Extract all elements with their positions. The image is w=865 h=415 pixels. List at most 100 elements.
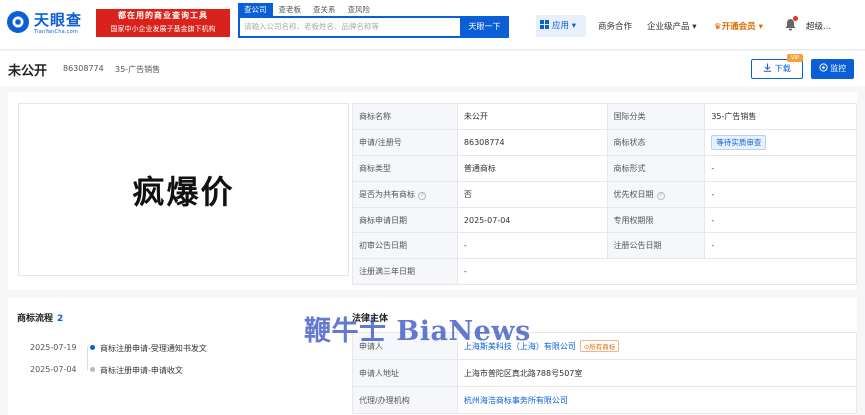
tab-company[interactable]: 查公司: [238, 3, 273, 16]
logo-subtitle: TianYanCha.com: [34, 29, 78, 35]
value-agency-cell: 杭州海浩商标事务所有限公司: [456, 386, 858, 414]
table-row: 商标名称 未公开 国际分类 35-广告销售: [352, 103, 857, 130]
banner-line1: 都在用的商业查询工具: [118, 11, 208, 20]
logo-name: 天眼查: [34, 11, 83, 29]
label-shared: 是否为共有商标: [359, 189, 415, 199]
trademark-info-card: 疯爆价 商标名称 未公开 国际分类 35-广告销售 申请/注册号 8630877…: [8, 92, 858, 290]
value-class: 35-广告销售: [704, 103, 857, 130]
nav-user[interactable]: 超级...: [806, 20, 831, 32]
table-row: 初审公告日期 - 注册公告日期 -: [352, 232, 857, 260]
flow-date: 2025-07-04: [30, 365, 77, 374]
label-form: 商标形式: [606, 154, 706, 182]
flow-text: 商标注册申请-受理通知书发文: [100, 344, 207, 353]
label-priority: 优先权日期: [613, 189, 654, 199]
timeline-dot: [90, 345, 95, 350]
label-priority-cell: 优先权日期?: [606, 180, 706, 208]
apps-grid-icon: [540, 20, 549, 29]
value-exclusive-term: -: [704, 206, 857, 234]
table-row: 商标申请日期 2025-07-04 专用权期限 -: [352, 206, 857, 234]
timeline-dot: [90, 367, 95, 372]
label-three-year: 注册满三年日期: [352, 258, 458, 286]
search-input[interactable]: 请输入公司名称、老板姓名、品牌名称等: [238, 16, 460, 38]
monitor-icon: [819, 63, 828, 72]
banner-line2: 国家中小企业发展子基金旗下机构: [110, 25, 216, 33]
title-bar: 未公开 86308774 35-广告销售 下载 VIP 监控: [0, 51, 865, 86]
table-row: 是否为共有商标? 否 优先权日期? -: [352, 180, 857, 208]
nav-business[interactable]: 商务合作: [598, 20, 632, 32]
watermark: 鞭牛士 BiaNews: [304, 316, 531, 347]
value-prelim-date: -: [456, 232, 608, 260]
chevron-down-icon: ▾: [758, 22, 763, 32]
apps-label: 应用: [552, 21, 570, 31]
flow-date: 2025-07-19: [30, 343, 77, 352]
logo-eye-icon: [7, 11, 29, 33]
value-name: 未公开: [456, 103, 608, 130]
nav-vip-label: 开通会员: [721, 22, 756, 32]
flow-section-title: 商标流程 2: [17, 311, 63, 324]
flow-count: 2: [57, 314, 64, 324]
notification-dot: [793, 16, 798, 21]
value-reg-date: -: [704, 232, 857, 260]
top-bar: 天眼查 TianYanCha.com 都在用的商业查询工具 国家中小企业发展子基…: [0, 0, 865, 50]
chevron-down-icon: ▾: [692, 22, 697, 32]
logo[interactable]: 天眼查 TianYanCha.com: [6, 8, 94, 40]
status-badge: 等待实质审查: [711, 134, 767, 150]
trademark-image[interactable]: 疯爆价: [18, 103, 349, 276]
download-icon: [764, 63, 772, 72]
nav-enterprise-label: 企业级产品: [647, 22, 690, 32]
flow-title: 商标流程: [17, 314, 54, 324]
vip-badge: VIP: [787, 54, 803, 62]
help-icon[interactable]: ?: [418, 191, 426, 200]
label-reg-number: 申请/注册号: [352, 128, 458, 156]
nav-enterprise[interactable]: 企业级产品 ▾: [647, 20, 697, 32]
table-row: 申请人地址 上海市普陀区真北路788号507室: [352, 359, 858, 387]
page-title: 未公开: [8, 64, 48, 79]
tab-risk[interactable]: 查风险: [342, 3, 377, 16]
trademark-info-table: 商标名称 未公开 国际分类 35-广告销售 申请/注册号 86308774 商标…: [352, 103, 858, 286]
table-row: 注册满三年日期 -: [352, 258, 858, 286]
label-status: 商标状态: [606, 128, 706, 156]
label-agency: 代理/办理机构: [352, 386, 458, 414]
value-type: 普通商标: [456, 154, 608, 182]
label-address: 申请人地址: [352, 359, 458, 387]
value-form: -: [704, 154, 857, 182]
label-reg-date: 注册公告日期: [606, 232, 706, 260]
all-trademarks-tag[interactable]: ⊙所有商标: [579, 340, 620, 352]
promo-banner[interactable]: 都在用的商业查询工具 国家中小企业发展子基金旗下机构: [96, 9, 230, 37]
value-priority: -: [704, 180, 857, 208]
tab-boss[interactable]: 查老板: [273, 3, 308, 16]
search-tabs: 查公司 查老板 查关系 查风险: [238, 3, 376, 16]
label-prelim-date: 初审公告日期: [352, 232, 458, 260]
value-shared: 否: [456, 180, 608, 208]
value-three-year: -: [456, 258, 858, 286]
registration-number: 86308774: [63, 64, 104, 73]
list-item: 2025-07-04 商标注册申请-申请收文: [30, 365, 330, 377]
help-icon[interactable]: ?: [656, 191, 665, 200]
agency-link[interactable]: 杭州海浩商标事务所有限公司: [464, 396, 568, 405]
value-reg-number: 86308774: [456, 128, 608, 156]
table-row: 商标类型 普通商标 商标形式 -: [352, 154, 857, 182]
trademark-image-text: 疯爆价: [132, 172, 235, 211]
label-apply-date: 商标申请日期: [352, 206, 458, 234]
value-apply-date: 2025-07-04: [456, 206, 608, 234]
owner-tag-label: 所有商标: [589, 343, 616, 351]
value-status-cell: 等待实质审查: [704, 128, 857, 156]
apps-button[interactable]: 应用 ▾: [536, 15, 586, 37]
label-name: 商标名称: [352, 103, 458, 130]
monitor-label: 监控: [830, 64, 847, 73]
monitor-button[interactable]: 监控: [811, 59, 854, 79]
search-button[interactable]: 天眼一下: [460, 16, 509, 38]
trademark-class: 35-广告销售: [115, 65, 161, 74]
table-row: 申请/注册号 86308774 商标状态 等待实质审查: [352, 128, 857, 156]
crown-icon: ♛: [714, 22, 722, 32]
download-button[interactable]: 下载: [751, 59, 803, 79]
tab-relation[interactable]: 查关系: [307, 3, 342, 16]
nav-vip[interactable]: ♛开通会员 ▾: [714, 20, 763, 32]
list-item: 2025-07-19 商标注册申请-受理通知书发文: [30, 343, 330, 355]
label-class: 国际分类: [606, 103, 706, 130]
download-label: 下载: [774, 64, 791, 73]
label-exclusive-term: 专用权期限: [606, 206, 706, 234]
table-row: 代理/办理机构 杭州海浩商标事务所有限公司: [352, 386, 858, 414]
flow-text: 商标注册申请-申请收文: [100, 366, 183, 375]
value-address: 上海市普陀区真北路788号507室: [456, 359, 858, 387]
